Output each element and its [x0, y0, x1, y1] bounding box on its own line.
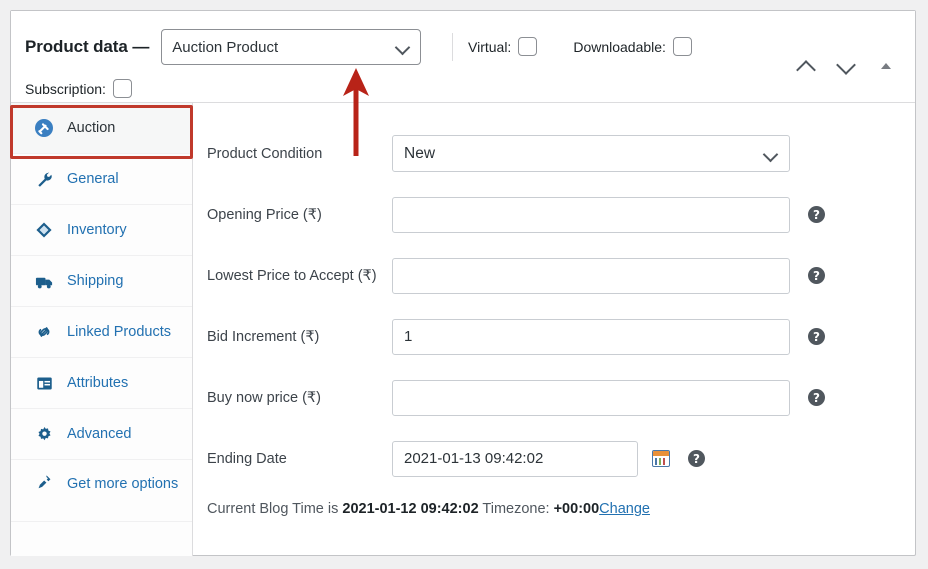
field-opening-price: Opening Price (₹) ? — [193, 184, 915, 245]
sidebar-item-linked-products[interactable]: Linked Products — [11, 307, 192, 358]
blog-time-value: 2021-01-12 09:42:02 — [342, 501, 478, 517]
sidebar-item-label: Linked Products — [67, 324, 171, 340]
wrench-icon — [33, 171, 55, 188]
subscription-label: Subscription: — [25, 81, 106, 97]
help-icon[interactable]: ? — [808, 267, 825, 284]
product-data-title-row: Product data — Auction Product — [25, 29, 421, 65]
field-bid-increment: Bid Increment (₹) 1 ? — [193, 306, 915, 367]
field-ending-date: Ending Date 2021-01-13 09:42:02 ? — [193, 428, 915, 489]
buy-now-price-input[interactable] — [392, 380, 790, 416]
field-buy-now-price: Buy now price (₹) ? — [193, 367, 915, 428]
panel-header: Product data — Auction Product Virtual: … — [11, 11, 915, 103]
sidebar-item-advanced[interactable]: Advanced — [11, 409, 192, 460]
virtual-checkbox[interactable] — [518, 37, 537, 56]
lowest-price-input[interactable] — [392, 258, 790, 294]
help-icon[interactable]: ? — [688, 450, 705, 467]
move-down-icon[interactable] — [833, 56, 859, 78]
product-type-value: Auction Product — [172, 39, 396, 56]
change-timezone-link[interactable]: Change — [599, 501, 650, 517]
page-title: Product data — — [25, 37, 149, 57]
sidebar-item-label: Advanced — [67, 426, 132, 442]
subscription-checkbox-row[interactable]: Subscription: — [25, 79, 132, 98]
sidebar-item-label: Shipping — [67, 273, 123, 289]
link-icon — [33, 323, 55, 341]
field-product-condition: Product Condition New — [193, 123, 915, 184]
ending-date-label: Ending Date — [207, 451, 392, 467]
calendar-icon[interactable] — [652, 450, 670, 467]
help-icon[interactable]: ? — [808, 328, 825, 345]
bid-increment-input[interactable]: 1 — [392, 319, 790, 355]
field-lowest-price: Lowest Price to Accept (₹) ? — [193, 245, 915, 306]
lowest-price-label: Lowest Price to Accept (₹) — [207, 268, 392, 284]
product-flags-group: Virtual: Downloadable: — [468, 37, 692, 56]
plugin-icon — [33, 474, 55, 491]
help-icon[interactable]: ? — [808, 206, 825, 223]
gear-icon — [33, 426, 55, 443]
product-data-tabs: Auction General — [11, 103, 193, 556]
current-blog-time: Current Blog Time is 2021-01-12 09:42:02… — [193, 501, 915, 517]
downloadable-label: Downloadable: — [573, 39, 666, 55]
help-icon[interactable]: ? — [808, 389, 825, 406]
sidebar-item-label: Get more options — [67, 474, 178, 495]
sidebar-item-general[interactable]: General — [11, 154, 192, 205]
sidebar-item-attributes[interactable]: Attributes — [11, 358, 192, 409]
product-type-select[interactable]: Auction Product — [161, 29, 421, 65]
downloadable-checkbox-row[interactable]: Downloadable: — [573, 37, 692, 56]
timezone-label: Timezone: — [479, 501, 554, 517]
product-data-panel: Product data — Auction Product Virtual: … — [10, 10, 916, 556]
truck-icon — [33, 272, 55, 291]
opening-price-input[interactable] — [392, 197, 790, 233]
gavel-icon — [33, 118, 55, 138]
subscription-checkbox[interactable] — [113, 79, 132, 98]
panel-body: Auction General — [11, 103, 915, 556]
header-divider — [452, 33, 453, 61]
attributes-icon — [33, 375, 55, 392]
toggle-panel-icon[interactable] — [873, 56, 899, 78]
sidebar-item-label: General — [67, 171, 119, 187]
virtual-checkbox-row[interactable]: Virtual: — [468, 37, 537, 56]
ending-date-input[interactable]: 2021-01-13 09:42:02 — [392, 441, 638, 477]
chevron-down-icon — [764, 147, 778, 161]
product-condition-select[interactable]: New — [392, 135, 790, 172]
opening-price-label: Opening Price (₹) — [207, 207, 392, 223]
sidebar-item-label: Auction — [67, 120, 115, 136]
sidebar-item-label: Attributes — [67, 375, 128, 391]
buy-now-price-label: Buy now price (₹) — [207, 390, 392, 406]
panel-header-actions — [793, 56, 899, 78]
blog-time-prefix: Current Blog Time is — [207, 501, 342, 517]
sidebar-item-label: Inventory — [67, 222, 127, 238]
move-up-icon[interactable] — [793, 56, 819, 78]
inventory-icon — [33, 221, 55, 239]
sidebar-item-shipping[interactable]: Shipping — [11, 256, 192, 307]
chevron-down-icon — [396, 40, 410, 54]
auction-fields-panel: Product Condition New Opening Price (₹) … — [193, 103, 915, 556]
sidebar-item-auction[interactable]: Auction — [11, 103, 192, 154]
timezone-value: +00:00 — [554, 501, 600, 517]
product-condition-value: New — [404, 145, 764, 163]
product-condition-label: Product Condition — [207, 146, 392, 162]
downloadable-checkbox[interactable] — [673, 37, 692, 56]
bid-increment-label: Bid Increment (₹) — [207, 329, 392, 345]
product-data-page: Product data — Auction Product Virtual: … — [0, 0, 928, 569]
virtual-label: Virtual: — [468, 39, 511, 55]
sidebar-item-get-more-options[interactable]: Get more options — [11, 460, 192, 522]
sidebar-item-inventory[interactable]: Inventory — [11, 205, 192, 256]
